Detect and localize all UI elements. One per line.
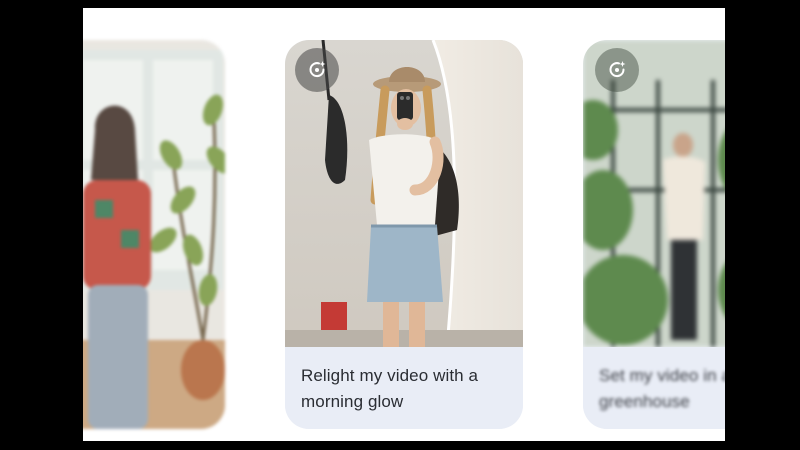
carousel-stage: Relight my video with a morning glow Set… xyxy=(83,8,725,441)
sparkle-refresh-icon[interactable] xyxy=(295,48,339,92)
card-preview-image xyxy=(83,40,225,429)
prompt-caption: Relight my video with a morning glow xyxy=(301,366,479,411)
prompt-caption-panel: Set my video in a greenhouse xyxy=(583,347,725,429)
prompt-caption: Set my video in a greenhouse xyxy=(599,366,725,411)
prompt-caption-panel: Relight my video with a morning glow xyxy=(285,347,523,429)
prompt-card-living-room[interactable] xyxy=(83,40,225,429)
prompt-card-greenhouse[interactable]: Set my video in a greenhouse xyxy=(583,40,725,429)
prompt-card-morning-glow[interactable]: Relight my video with a morning glow xyxy=(285,40,523,429)
sparkle-refresh-icon[interactable] xyxy=(595,48,639,92)
